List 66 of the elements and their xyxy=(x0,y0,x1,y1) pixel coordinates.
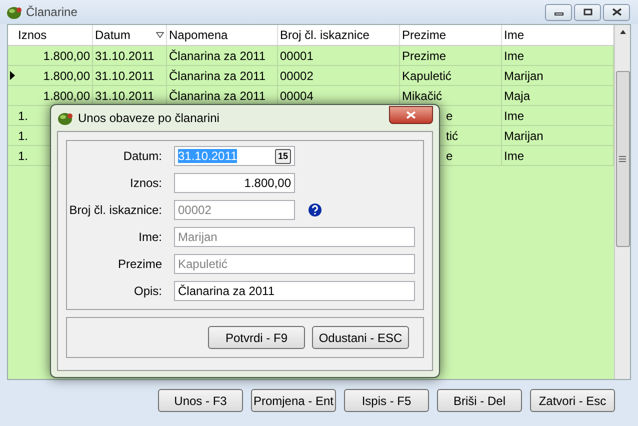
table-cell-text: e xyxy=(446,148,453,164)
field-label: Opis: xyxy=(132,283,163,300)
table-cell-text: Članarina za 2011 xyxy=(169,68,266,84)
table-cell-text: Članarina za 2011 xyxy=(169,88,266,104)
field-label: Ime: xyxy=(138,229,163,246)
table-cell-text: Ime xyxy=(504,148,524,164)
table-cell-text: 1. xyxy=(18,108,28,124)
window-title: Članarine xyxy=(26,4,78,21)
column-header[interactable]: Prezime xyxy=(400,25,502,45)
input-field[interactable]: Članarina za 2011 xyxy=(174,281,415,301)
minimize-button[interactable] xyxy=(545,4,572,20)
table-cell-text: 31.10.2011 xyxy=(95,68,154,84)
row-pointer-icon xyxy=(10,71,14,80)
table-cell-text: Članarina za 2011 xyxy=(169,48,266,64)
table-cell-text: Kapuletić xyxy=(402,68,452,84)
column-header[interactable]: Datum xyxy=(93,25,167,45)
action-button[interactable]: Unos - F3 xyxy=(158,389,243,412)
action-button[interactable]: Potvrdi - F9 xyxy=(208,326,305,349)
column-header[interactable]: Broj čl. iskaznice xyxy=(278,25,400,45)
close-icon xyxy=(612,8,622,16)
restore-icon xyxy=(582,8,592,16)
table-cell-text: 31.10.2011 xyxy=(95,48,154,64)
selected-text: 31.10.2011 xyxy=(178,149,238,163)
olive-icon xyxy=(6,4,22,20)
table-cell-text: 00004 xyxy=(280,88,314,104)
table-cell-text: 1.800,00 xyxy=(43,88,90,104)
grip-icon xyxy=(619,156,626,162)
action-button[interactable]: Odustani - ESC xyxy=(312,326,409,349)
action-button[interactable]: Briši - Del xyxy=(437,389,522,412)
calendar-icon[interactable]: 15 xyxy=(275,148,291,164)
table-cell-text: e xyxy=(446,108,453,124)
dialog-title: Unos obaveze po članarini xyxy=(78,110,220,127)
input-field[interactable]: 1.800,00 xyxy=(174,173,295,193)
column-header[interactable]: Napomena xyxy=(167,25,278,45)
field-label: Prezime xyxy=(116,256,163,273)
column-header[interactable]: Iznos xyxy=(16,25,93,45)
close-icon xyxy=(406,111,416,119)
action-button[interactable]: Promjena - Ent xyxy=(251,389,336,412)
table-cell-text: 00001 xyxy=(280,48,314,64)
help-icon[interactable] xyxy=(308,203,322,217)
close-button[interactable] xyxy=(603,4,630,20)
close-button[interactable] xyxy=(389,106,433,124)
table-cell-text: 1.800,00 xyxy=(43,48,90,64)
field-label: Broj čl. iskaznice: xyxy=(68,202,163,219)
sort-icon xyxy=(156,32,164,38)
table-cell-text: 31.10.2011 xyxy=(95,88,154,104)
table-cell-text: 1.800,00 xyxy=(43,68,90,84)
date-field[interactable]: 31.10.2011 15 xyxy=(174,146,295,166)
scroll-thumb[interactable] xyxy=(616,71,630,247)
table-cell-text: 00002 xyxy=(280,68,314,84)
table-cell-text: Mikačić xyxy=(402,88,442,104)
table-cell-text: Marijan xyxy=(504,128,544,144)
action-button[interactable]: Ispis - F5 xyxy=(344,389,429,412)
restore-button[interactable] xyxy=(574,4,601,20)
table-cell-text: Ime xyxy=(504,108,524,124)
table-cell-text: Maja xyxy=(504,88,530,104)
table-cell-text: Prezime xyxy=(402,48,446,64)
olive-icon xyxy=(57,110,73,126)
table-cell-text: tić xyxy=(446,128,458,144)
table-cell-text: Marijan xyxy=(504,68,544,84)
table-cell-text: 1. xyxy=(18,128,28,144)
table-cell-text: Ime xyxy=(504,48,524,64)
field-label: Datum: xyxy=(122,148,163,165)
action-button[interactable]: Zatvori - Esc xyxy=(530,389,615,412)
field-label: Iznos: xyxy=(128,175,163,192)
table-cell-text: 1. xyxy=(18,148,28,164)
